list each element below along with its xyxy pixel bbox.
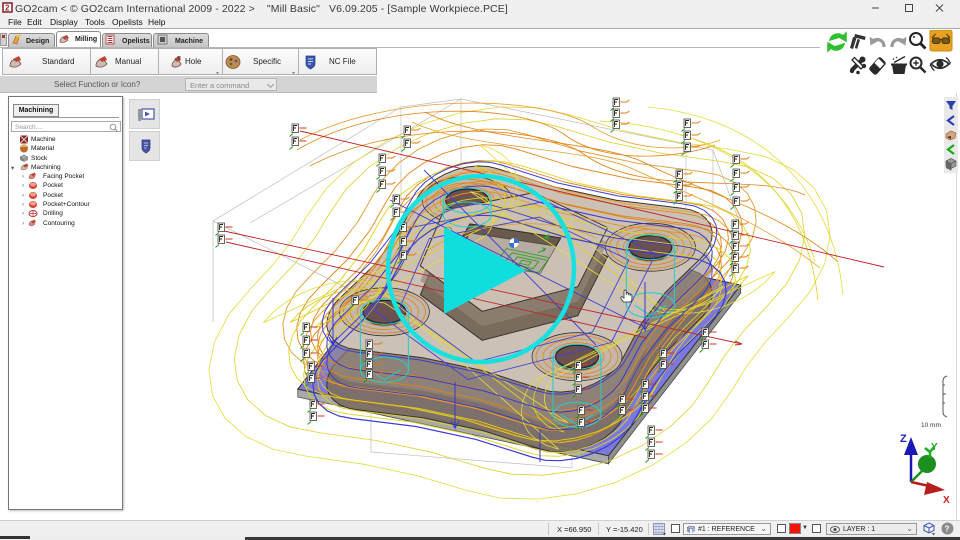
svg-text:Z: Z (900, 433, 907, 445)
svg-text:Y: Y (931, 442, 938, 453)
svg-text:10 mm: 10 mm (921, 422, 941, 429)
svg-text:2: 2 (5, 4, 10, 13)
svg-text:X: X (943, 495, 950, 506)
svg-text:?: ? (945, 525, 950, 534)
